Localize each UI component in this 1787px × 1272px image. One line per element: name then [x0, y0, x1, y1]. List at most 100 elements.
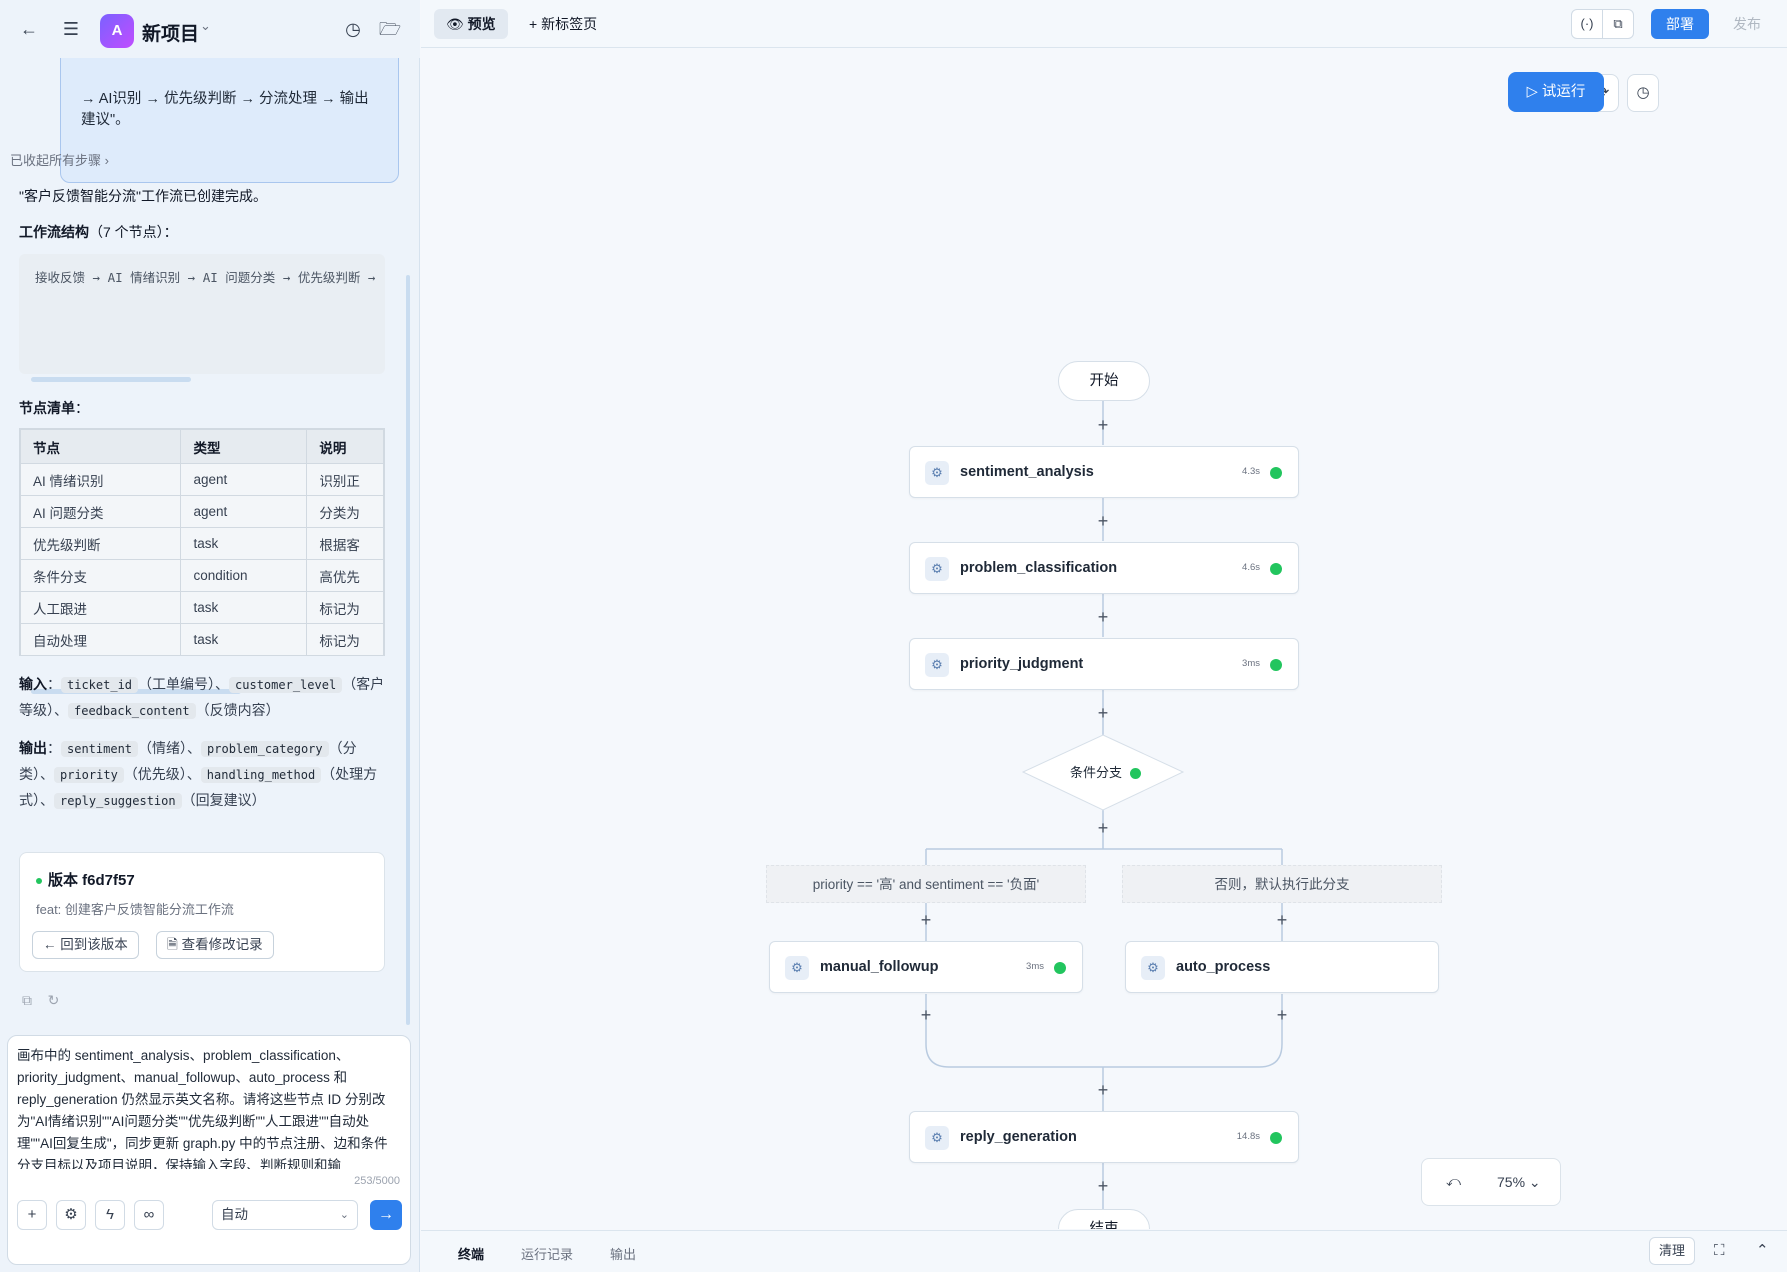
message-tools: ⧉ ↻ [22, 992, 59, 1009]
end-node[interactable]: 结束 [1058, 1209, 1150, 1229]
add-node-plus-icon[interactable]: + [1093, 511, 1113, 531]
table-cell: 高优先 [306, 559, 384, 592]
table-cell: AI 回复生成 [21, 656, 181, 657]
add-node-plus-icon[interactable]: + [1093, 1176, 1113, 1196]
chat-scrollbar[interactable] [406, 275, 410, 1025]
version-commit-message: feat: 创建客户反馈智能分流工作流 [36, 902, 234, 917]
tab-run-history[interactable]: 运行记录 [521, 1244, 573, 1263]
user-message-bubble: → AI识别 → 优先级判断 → 分流处理 → 输出建议"。 [60, 58, 399, 183]
revert-version-button[interactable]: ← 回到该版本 [32, 931, 139, 959]
user-message-text: → AI识别 → 优先级判断 → 分流处理 → 输出建议"。 [81, 91, 369, 128]
folder-icon[interactable]: 🗁 [378, 17, 402, 41]
start-node-label: 开始 [1089, 373, 1119, 389]
table-header-row: 节点 类型 说明 [20, 429, 384, 464]
workflow-node[interactable]: ⚙ auto_process [1125, 941, 1439, 993]
deploy-button[interactable]: 部署 [1651, 9, 1709, 39]
add-node-plus-icon[interactable]: + [1093, 703, 1113, 723]
collapse-steps-label: 已收起所有步骤 [10, 153, 102, 168]
mode-select-value: 自动 [221, 1207, 248, 1222]
lightning-icon: ϟ [106, 1206, 114, 1223]
history-icon[interactable]: ◷ [341, 17, 365, 41]
bottom-panel-bar: 终端 运行记录 输出 清理 ⛶ ⌃ [421, 1230, 1787, 1272]
tab-output[interactable]: 输出 [610, 1244, 636, 1263]
workflow-node[interactable]: ⚙ priority_judgment 3ms [909, 638, 1299, 690]
zoom-select[interactable]: 75% ⌄ [1497, 1174, 1541, 1191]
output-fields-text: 输出： sentiment （情绪）、 problem_category （分类）、 pr… [19, 740, 378, 809]
regenerate-icon[interactable]: ↻ [48, 992, 60, 1008]
publish-button[interactable]: 发布 [1719, 9, 1775, 39]
start-node[interactable]: 开始 [1058, 361, 1150, 401]
add-node-plus-icon[interactable]: + [1272, 1005, 1292, 1025]
chat-panel: → AI识别 → 优先级判断 → 分流处理 → 输出建议"。 已收起所有步骤 ›… [0, 0, 420, 1272]
chevron-down-icon[interactable]: ⌄ [200, 18, 211, 34]
tab-preview[interactable]: 👁 预览 [434, 9, 508, 39]
table-row: 人工跟进 task 标记为 [20, 591, 384, 624]
view-changes-button[interactable]: 🗎 查看修改记录 [156, 931, 274, 959]
status-dot [1270, 1132, 1282, 1144]
io-label: 输入 [19, 676, 47, 692]
table-cell: task [180, 527, 308, 560]
node-table[interactable]: 节点 类型 说明 AI 情绪识别 agent 识别正 AI 问题分类 agent 分类为 优先级… [19, 428, 385, 656]
edge [925, 994, 1283, 1068]
link-icon: ∞ [143, 1206, 155, 1223]
table-cell: 根据客 [306, 527, 384, 560]
project-avatar[interactable]: A [100, 14, 134, 48]
fullscreen-icon[interactable]: ⛶ [1714, 1242, 1725, 1259]
add-node-plus-icon[interactable]: + [1093, 607, 1113, 627]
node-list-title: 节点清单 [19, 400, 75, 416]
structure-count: （7 个节点）： [89, 224, 178, 240]
arrow-left-icon: ← [43, 937, 57, 952]
settings-button[interactable]: ⚙ [56, 1200, 86, 1230]
project-title[interactable]: 新项目 [142, 19, 199, 46]
composer-textarea[interactable]: 画布中的 sentiment_analysis、problem_classifi… [17, 1045, 395, 1169]
api-button[interactable]: (·) [1571, 9, 1603, 39]
workflow-node[interactable]: ⚙ sentiment_analysis 4.3s [909, 446, 1299, 498]
outline-list-icon[interactable]: ☰ [59, 17, 83, 41]
workflow-node[interactable]: ⚙ problem_classification 4.6s [909, 542, 1299, 594]
workflow-canvas[interactable]: ↻ ⟳ ◷ ▷ 试运行 开始 + ⚙ sentiment_analysis 4.… [421, 49, 1787, 1229]
chat-header: ← ☰ A 新项目 ⌄ ◷ 🗁 [0, 0, 420, 58]
add-node-plus-icon[interactable]: + [1093, 415, 1113, 435]
api-icon: (·) [1580, 16, 1594, 31]
workflow-node[interactable]: ⚙ manual_followup 3ms [769, 941, 1083, 993]
add-node-plus-icon[interactable]: + [916, 1005, 936, 1025]
add-attachment-button[interactable]: + [17, 1200, 47, 1230]
gear-icon: ⚙ [925, 461, 949, 485]
link-button[interactable]: ∞ [134, 1200, 164, 1230]
send-button[interactable]: → [370, 1200, 402, 1230]
condition-node-label[interactable]: 条件分支 [1070, 762, 1141, 781]
field-code-tag: handling_method [200, 767, 322, 783]
field-code-tag: ticket_id [61, 677, 139, 693]
clear-button[interactable]: 清理 [1649, 1237, 1695, 1265]
code-scrollbar[interactable] [31, 377, 191, 382]
copy-button[interactable]: ⧉ [1602, 9, 1634, 39]
chat-messages[interactable]: → AI识别 → 优先级判断 → 分流处理 → 输出建议"。 已收起所有步骤 ›… [0, 58, 420, 1028]
collapse-steps-toggle[interactable]: 已收起所有步骤 › [10, 150, 109, 169]
branch-condition-label[interactable]: priority == '高' and sentiment == '负面' [766, 865, 1086, 903]
workflow-node[interactable]: ⚙ reply_generation 14.8s [909, 1111, 1299, 1163]
copy-icon[interactable]: ⧉ [22, 992, 32, 1008]
node-duration: 4.3s [1242, 466, 1260, 477]
table-row: 优先级判断 task 根据客 [20, 527, 384, 560]
back-arrow-icon[interactable]: ← [17, 17, 41, 41]
plus-icon: + [529, 16, 538, 32]
new-tab-button[interactable]: + 新标签页 [529, 9, 597, 39]
status-dot [1270, 659, 1282, 671]
tab-terminal[interactable]: 终端 [458, 1244, 484, 1263]
field-code-tag: priority [54, 767, 124, 783]
version-status-dot [36, 878, 42, 885]
mode-select[interactable]: 自动 ⌄ [212, 1200, 358, 1230]
add-node-plus-icon[interactable]: + [1093, 818, 1113, 838]
add-node-plus-icon[interactable]: + [916, 910, 936, 930]
fit-view-icon[interactable]: ⤺ [1446, 1173, 1461, 1190]
table-cell: agent [180, 463, 308, 496]
new-tab-label: 新标签页 [541, 16, 598, 32]
gear-icon: ⚙ [925, 1126, 949, 1150]
code-block[interactable]: 接收反馈 → AI 情绪识别 → AI 问题分类 → 优先级判断 → [19, 254, 385, 374]
branch-default-label[interactable]: 否则，默认执行此分支 [1122, 865, 1442, 903]
add-node-plus-icon[interactable]: + [1093, 1080, 1113, 1100]
collapse-up-icon[interactable]: ⌃ [1756, 1241, 1769, 1259]
field-code-tag: feedback_content [68, 703, 196, 719]
add-node-plus-icon[interactable]: + [1272, 910, 1292, 930]
quick-action-button[interactable]: ϟ [95, 1200, 125, 1230]
